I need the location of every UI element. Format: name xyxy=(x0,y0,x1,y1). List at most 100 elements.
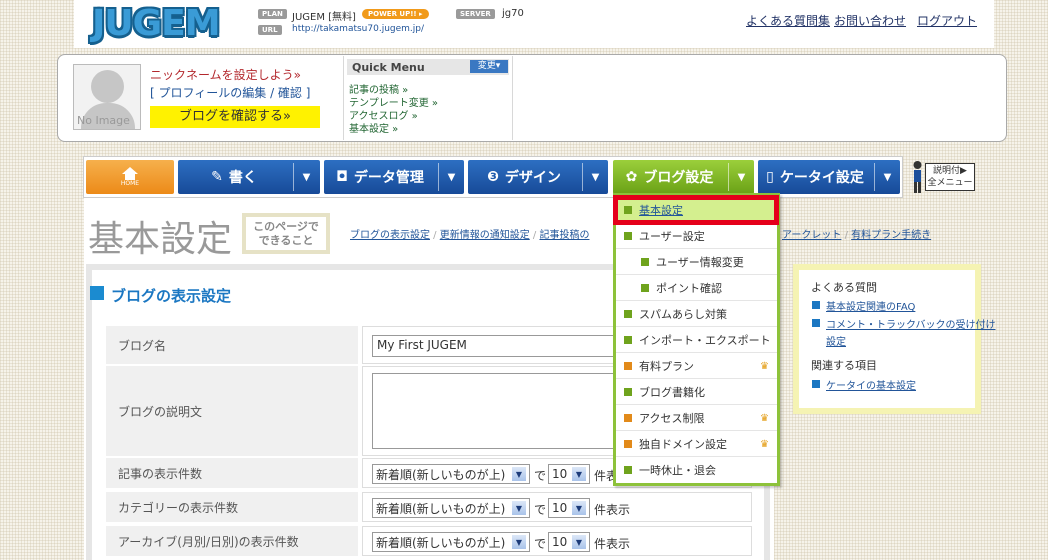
bullet-icon xyxy=(641,284,649,292)
page-title: 基本設定 xyxy=(88,219,233,260)
sub-link-paid-plan[interactable]: 有料プラン手続き xyxy=(851,230,931,241)
mobile-phone-icon: ▯ xyxy=(766,169,774,185)
menu-item-import-export[interactable]: インポート・エクスポート xyxy=(616,327,777,353)
menu-item-points[interactable]: ポイント確認 xyxy=(616,275,777,301)
menu-item-book[interactable]: ブログ書籍化 xyxy=(616,379,777,405)
server-tag: SERVER xyxy=(456,9,495,19)
menu-item-user-settings[interactable]: ユーザー設定 xyxy=(616,223,777,249)
section-title: ブログの表示設定 xyxy=(111,287,232,305)
menu-item-access-limit[interactable]: アクセス制限 ♛ xyxy=(616,405,777,431)
avatar-placeholder-text: No Image xyxy=(77,114,130,127)
related-link-mobile[interactable]: ケータイの基本設定 xyxy=(826,377,916,392)
faq-link-comment[interactable]: コメント・トラックバックの受け付け xyxy=(826,316,996,331)
menu-item-label: アクセス制限 xyxy=(639,411,705,425)
menu-item-label: インポート・エクスポート xyxy=(639,333,771,347)
crown-icon: ♛ xyxy=(760,439,769,450)
article-order-select[interactable]: 新着順(新しいものが上) ▼ xyxy=(372,464,530,484)
avatar[interactable]: No Image xyxy=(73,64,141,130)
menu-item-label: 独自ドメイン設定 xyxy=(639,437,727,451)
nav-mobile-dropdown-toggle[interactable]: ▼ xyxy=(874,163,900,191)
nav-blog-settings-dropdown-toggle[interactable]: ▼ xyxy=(728,163,754,191)
chevron-down-icon: ▼ xyxy=(447,171,456,183)
row-label-article-count: 記事の表示件数 xyxy=(106,458,358,488)
nav-home[interactable]: HOME xyxy=(86,160,174,194)
menu-item-basic-settings[interactable]: 基本設定 xyxy=(618,200,774,220)
faq-link-basic[interactable]: 基本設定関連のFAQ xyxy=(826,298,915,313)
nav-write-dropdown-toggle[interactable]: ▼ xyxy=(293,163,319,191)
nav-write-label: 書く xyxy=(228,170,257,186)
nav-design-dropdown-toggle[interactable]: ▼ xyxy=(582,163,608,191)
row-label-category-count: カテゴリーの表示件数 xyxy=(106,492,358,522)
article-order-value: 新着順(新しいものが上) xyxy=(376,467,506,482)
row-label-blog-description: ブログの説明文 xyxy=(106,366,358,456)
bullet-icon xyxy=(624,362,632,370)
power-up-button[interactable]: POWER UP!! ▸ xyxy=(362,9,429,19)
crown-icon: ♛ xyxy=(760,361,769,372)
chevron-down-icon: ▼ xyxy=(572,467,586,481)
all-menu-label: 説明付▶ 全メニュー xyxy=(925,163,975,191)
menu-item-label: ユーザー設定 xyxy=(639,229,705,243)
section-marker xyxy=(90,286,104,300)
sub-link-display[interactable]: ブログの表示設定 xyxy=(350,230,430,241)
menu-item-paid-plan[interactable]: 有料プラン ♛ xyxy=(616,353,777,379)
display-suffix: 件表示 xyxy=(594,503,631,517)
logout-link[interactable]: ログアウト xyxy=(917,12,977,29)
archive-count-select[interactable]: 10 ▼ xyxy=(548,532,590,552)
menu-item-label: 有料プラン xyxy=(639,359,694,373)
category-count-value: 10 xyxy=(552,501,568,515)
nav-blog-settings-label: ブログ設定 xyxy=(643,170,714,186)
menu-item-domain[interactable]: 独自ドメイン設定 ♛ xyxy=(616,431,777,457)
de-label: で xyxy=(534,537,547,551)
archive-count-value: 10 xyxy=(552,535,568,549)
category-order-value: 新着順(新しいものが上) xyxy=(376,501,506,516)
nickname-prompt-link[interactable]: ニックネームを設定しよう» xyxy=(150,66,301,83)
bullet-icon xyxy=(624,310,632,318)
page-sub-links-right: アークレット / 有料プラン手続き xyxy=(782,230,932,241)
sub-link-notify[interactable]: 更新情報の通知設定 xyxy=(440,230,530,241)
chevron-down-icon: ▼ xyxy=(572,535,586,549)
menu-item-user-info[interactable]: ユーザー情報変更 xyxy=(616,249,777,275)
pencil-icon: ✎ xyxy=(211,169,223,185)
chevron-down-icon: ▼ xyxy=(737,171,746,183)
article-count-value: 10 xyxy=(552,467,568,481)
server-value: jg70 xyxy=(502,8,524,19)
jugem-logo[interactable]: JUGEM xyxy=(92,3,221,44)
chevron-down-icon: ▼ xyxy=(512,535,526,549)
chevron-down-icon: ▼ xyxy=(883,171,892,183)
menu-item-spam[interactable]: スパムあらし対策 xyxy=(616,301,777,327)
menu-item-label: ポイント確認 xyxy=(656,281,722,295)
faq-title: よくある質問 xyxy=(811,281,877,294)
nav-data-dropdown-toggle[interactable]: ▼ xyxy=(438,163,464,191)
url-tag: URL xyxy=(258,25,282,35)
sub-link-post[interactable]: 記事投稿の xyxy=(539,230,589,241)
article-count-select[interactable]: 10 ▼ xyxy=(548,464,590,484)
bullet-icon xyxy=(624,466,632,474)
blog-url[interactable]: http://takamatsu70.jugem.jp/ xyxy=(292,24,424,34)
nav-mobile-label: ケータイ設定 xyxy=(779,170,864,186)
category-order-select[interactable]: 新着順(新しいものが上) ▼ xyxy=(372,498,530,518)
category-count-select[interactable]: 10 ▼ xyxy=(548,498,590,518)
menu-item-label: 基本設定 xyxy=(639,204,683,217)
related-bullet-icon xyxy=(812,380,820,388)
quick-menu-item-basic-settings[interactable]: 基本設定 » xyxy=(349,120,398,135)
archive-order-select[interactable]: 新着順(新しいものが上) ▼ xyxy=(372,532,530,552)
faq-link-comment-cont[interactable]: 設定 xyxy=(826,333,846,348)
all-menu-button[interactable]: 説明付▶ 全メニュー xyxy=(911,160,975,194)
bullet-icon xyxy=(624,206,632,214)
menu-item-label: ブログ書籍化 xyxy=(639,385,705,399)
profile-edit-link[interactable]: プロフィールの編集 / 確認 xyxy=(159,86,302,100)
nav-data-label: データ管理 xyxy=(353,170,424,186)
blog-description-textarea[interactable] xyxy=(372,373,614,449)
menu-item-suspend[interactable]: 一時休止・退会 xyxy=(616,457,777,483)
sub-link-market[interactable]: アークレット xyxy=(782,230,841,241)
de-label: で xyxy=(534,503,547,517)
check-blog-button[interactable]: ブログを確認する» xyxy=(150,106,320,128)
menu-item-label: ユーザー情報変更 xyxy=(656,255,744,269)
quick-menu-change-button[interactable]: 変更▾ xyxy=(470,60,508,73)
blog-name-input[interactable]: My First JUGEM xyxy=(372,335,614,357)
nav-home-label: HOME xyxy=(120,180,140,187)
faq-link[interactable]: よくある質問集 xyxy=(746,12,830,29)
bullet-icon xyxy=(624,440,632,448)
menu-item-label: 一時休止・退会 xyxy=(639,464,716,477)
contact-link[interactable]: お問い合わせ xyxy=(834,12,906,29)
